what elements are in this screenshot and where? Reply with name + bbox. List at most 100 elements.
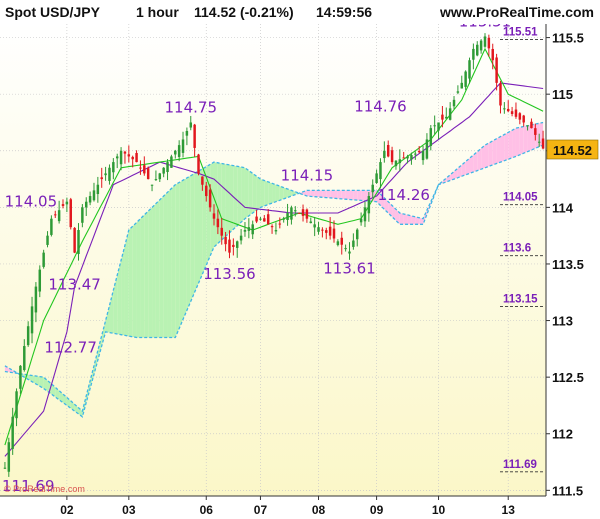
candle-body	[197, 154, 200, 174]
cloud-segment	[248, 170, 253, 216]
candle-body	[216, 218, 220, 228]
candle-body	[437, 122, 440, 131]
cloud-segment	[163, 192, 168, 338]
candle-body	[522, 115, 525, 123]
candle-body	[239, 235, 243, 241]
cloud-segment	[353, 190, 358, 201]
candle-body	[313, 224, 316, 228]
cloud-segment	[361, 190, 365, 201]
cloud-segment	[407, 214, 412, 225]
y-tick-label: 113	[552, 314, 573, 329]
candle-body	[170, 156, 173, 168]
candle-body	[108, 167, 111, 181]
candle-body	[526, 125, 529, 127]
candle-body	[510, 111, 514, 114]
candle-body	[212, 213, 216, 219]
candle-body	[328, 226, 332, 236]
cloud-segment	[508, 130, 513, 160]
cloud-segment	[523, 125, 528, 154]
candle-body	[131, 156, 134, 160]
y-tick-label: 111.5	[552, 483, 583, 498]
price-annotation: 114.76	[354, 97, 407, 115]
candle-body	[301, 209, 305, 216]
candle-body	[119, 150, 123, 165]
cloud-segment	[190, 173, 195, 302]
candle-body	[460, 82, 464, 89]
candle-body	[50, 218, 53, 235]
x-tick-label: 02	[60, 503, 74, 517]
y-tick-label: 115	[552, 87, 573, 102]
x-tick-label: 09	[370, 503, 384, 517]
y-tick-label: 113.5	[552, 257, 584, 272]
cloud-segment	[322, 190, 327, 198]
cloud-segment	[330, 190, 335, 199]
candle-body	[348, 251, 351, 254]
candle-body	[476, 44, 479, 56]
last-price-change: 114.52 (-0.21%)	[194, 4, 294, 20]
candle-body	[112, 162, 115, 173]
candle-body	[487, 37, 491, 49]
candle-body	[15, 391, 18, 419]
cloud-segment	[140, 214, 145, 338]
candle-body	[464, 71, 467, 87]
candle-body	[433, 125, 436, 127]
candle-body	[479, 40, 483, 51]
level-label: 113.15	[503, 294, 538, 306]
candle-body	[127, 154, 131, 157]
candle-body	[115, 156, 119, 159]
candle-body	[23, 346, 26, 371]
timeframe[interactable]: 1 hour	[136, 4, 179, 20]
cloud-segment	[148, 207, 153, 338]
cloud-segment	[326, 190, 331, 198]
cloud-segment	[484, 142, 489, 168]
cloud-segment	[167, 188, 172, 338]
cloud-segment	[504, 132, 509, 161]
candle-body	[235, 241, 239, 248]
candle-body	[220, 227, 223, 236]
candle-body	[297, 212, 301, 214]
cloud-segment	[171, 184, 176, 338]
cloud-segment	[175, 182, 180, 338]
candle-body	[321, 229, 324, 231]
cloud-segment	[210, 162, 214, 257]
candle-body	[177, 145, 181, 157]
price-annotation: 114.26	[377, 186, 430, 204]
candle-body	[205, 185, 208, 197]
site-url[interactable]: www.ProRealTime.com	[439, 4, 594, 20]
cloud-segment	[241, 167, 245, 223]
candle-body	[158, 173, 162, 180]
candle-body	[174, 150, 177, 155]
cloud-segment	[260, 179, 265, 208]
cloud-segment	[152, 203, 156, 338]
candle-body	[61, 204, 65, 206]
price-badge-label: 114.52	[553, 143, 592, 158]
cloud-segment	[334, 190, 338, 199]
watermark: © ProRealTime.com	[4, 484, 85, 494]
candle-body	[456, 91, 460, 93]
candle-body	[402, 157, 405, 159]
candle-body	[421, 150, 425, 161]
y-tick-label: 112	[552, 427, 573, 442]
candle-body	[278, 223, 282, 225]
candle-body	[104, 173, 107, 176]
cloud-segment	[345, 190, 350, 200]
x-tick-label: 08	[312, 503, 326, 517]
candle-body	[243, 230, 247, 232]
candle-body	[247, 227, 251, 231]
cloud-segment	[186, 175, 191, 311]
candle-body	[503, 108, 506, 110]
cloud-segment	[244, 167, 249, 219]
candle-body	[541, 138, 545, 149]
x-tick-label: 03	[122, 503, 136, 517]
price-chart[interactable]: 115.51114.05113.6113.15111.69 115.51114.…	[0, 0, 600, 519]
candle-body	[88, 196, 92, 203]
cloud-segment	[349, 190, 354, 200]
instrument-name: Spot USD/JPY	[5, 4, 101, 20]
candle-body	[228, 239, 231, 253]
candle-body	[123, 151, 127, 154]
candle-body	[332, 228, 336, 239]
cloud-segment	[252, 173, 257, 214]
cloud-segment	[121, 245, 125, 336]
cloud-segment	[341, 190, 346, 200]
candle-body	[181, 139, 185, 153]
